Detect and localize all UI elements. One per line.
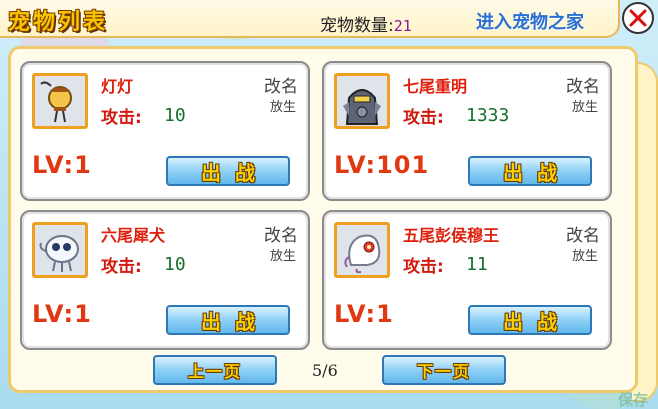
rename-button[interactable]: 改名	[566, 221, 600, 246]
release-button[interactable]: 放生	[270, 96, 296, 115]
close-button[interactable]	[622, 2, 654, 34]
corner-save-text: 保存	[618, 391, 649, 409]
battle-button[interactable]: 出战	[166, 156, 290, 186]
pet-name: 灯灯	[101, 77, 134, 96]
release-button[interactable]: 放生	[572, 96, 598, 115]
rename-button[interactable]: 改名	[264, 72, 298, 97]
attack-label: 攻击:	[101, 257, 142, 277]
pet-card: 灯灯 攻击: 10 改名 放生 LV:1 出战	[20, 61, 310, 201]
lantern-pet-icon	[35, 76, 85, 126]
battle-button-label: 出战	[503, 309, 571, 334]
armored-knight-pet-icon	[337, 76, 387, 126]
pet-count: 宠物数量:21	[320, 11, 412, 36]
pet-level: LV:1	[334, 300, 394, 328]
battle-button[interactable]: 出战	[166, 305, 290, 335]
title-bar: 宠物列表 宠物数量:21 进入宠物之家	[0, 0, 620, 38]
attack-value: 1333	[466, 105, 510, 126]
battle-button[interactable]: 出战	[468, 305, 592, 335]
pet-name: 七尾重明	[403, 77, 468, 96]
attack-label: 攻击:	[403, 257, 444, 277]
next-page-button[interactable]: 下一页	[382, 355, 506, 385]
prev-page-button[interactable]: 上一页	[153, 355, 277, 385]
pet-card: 七尾重明 攻击: 1333 改名 放生 LV:101 出战	[322, 61, 612, 201]
rename-button[interactable]: 改名	[566, 72, 600, 97]
pet-avatar[interactable]	[32, 222, 88, 278]
pet-avatar[interactable]	[334, 222, 390, 278]
attack-value: 11	[466, 254, 488, 275]
attack-value: 10	[164, 254, 186, 275]
pet-card: 五尾彭侯穆王 攻击: 11 改名 放生 LV:1 出战	[322, 210, 612, 350]
pet-list-panel: 灯灯 攻击: 10 改名 放生 LV:1 出战 七尾重明 攻击: 1333 改名…	[8, 46, 638, 393]
battle-button[interactable]: 出战	[468, 156, 592, 186]
pet-avatar[interactable]	[32, 73, 88, 129]
pet-name: 五尾彭侯穆王	[403, 226, 500, 245]
close-icon	[629, 9, 647, 27]
release-button[interactable]: 放生	[270, 245, 296, 264]
pet-name: 六尾犀犬	[101, 226, 166, 245]
next-page-label: 下一页	[416, 362, 471, 381]
pet-level: LV:1	[32, 300, 92, 328]
pet-card: 六尾犀犬 攻击: 10 改名 放生 LV:1 出战	[20, 210, 310, 350]
page-title: 宠物列表	[8, 10, 109, 35]
battle-button-label: 出战	[201, 160, 269, 185]
white-puffball-pet-icon	[35, 225, 85, 275]
battle-button-label: 出战	[201, 309, 269, 334]
prev-page-label: 上一页	[187, 362, 242, 381]
pet-level: LV:1	[32, 151, 92, 179]
pet-count-label: 宠物数量:	[320, 16, 394, 36]
battle-button-label: 出战	[503, 160, 571, 185]
pet-level: LV:101	[334, 151, 430, 179]
page-indicator: 5/6	[312, 361, 338, 380]
white-spirit-pet-icon	[337, 225, 387, 275]
attack-value: 10	[164, 105, 186, 126]
attack-label: 攻击:	[403, 108, 444, 128]
pet-avatar[interactable]	[334, 73, 390, 129]
release-button[interactable]: 放生	[572, 245, 598, 264]
rename-button[interactable]: 改名	[264, 221, 298, 246]
pet-count-value: 21	[393, 17, 412, 35]
enter-pet-home-link[interactable]: 进入宠物之家	[476, 8, 584, 34]
attack-label: 攻击:	[101, 108, 142, 128]
